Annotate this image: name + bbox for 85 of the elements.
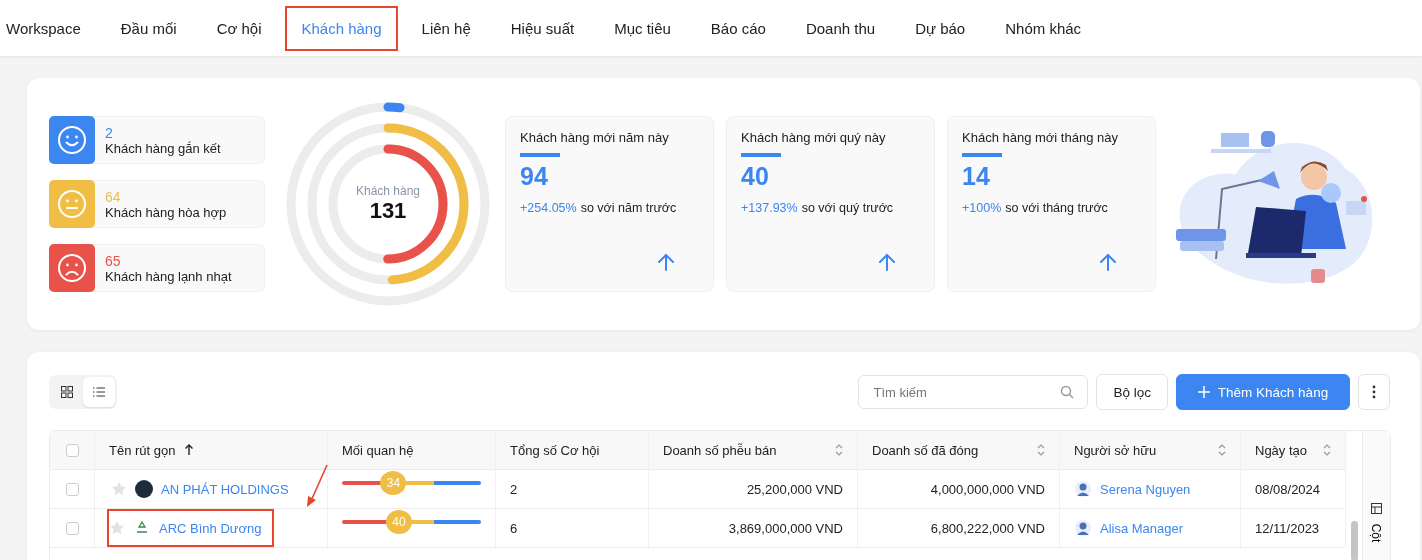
segment-label: Khách hàng hòa hợp	[105, 204, 227, 220]
stat-title: Khách hàng mới tháng này	[962, 130, 1118, 145]
arrow-up-icon	[656, 252, 676, 272]
table-cell: 25,200,000 VND	[746, 481, 843, 497]
relationship-score: 40	[386, 510, 412, 534]
nav-tab[interactable]: Khách hàng	[285, 5, 398, 51]
owner-link[interactable]: Alisa Manager	[1100, 520, 1184, 536]
neutral-face-icon	[57, 189, 87, 219]
accent-bar	[520, 153, 560, 157]
column-header[interactable]: Ngày tạo	[1255, 442, 1308, 458]
change-caption: so với quý trước	[801, 201, 894, 215]
stat-value: 40	[741, 162, 769, 191]
accent-bar	[741, 153, 781, 157]
scroll-thumb[interactable]	[1351, 521, 1358, 560]
column-header[interactable]: Tổng số Cơ hội	[510, 442, 600, 458]
table-cell: 6,800,222,000 VND	[930, 520, 1045, 536]
nav-tab[interactable]: Hiệu suất	[494, 5, 591, 51]
ring-label: Khách hàng	[355, 184, 421, 198]
stat-value: 14	[962, 162, 990, 191]
owner-link[interactable]: Serena Nguyen	[1100, 481, 1191, 497]
list-icon[interactable]	[93, 387, 105, 397]
table-cell: 6	[510, 520, 518, 536]
star-icon[interactable]	[111, 481, 127, 497]
relationship-score: 34	[380, 471, 407, 495]
add-customer-button[interactable]: Thêm Khách hàng	[1176, 374, 1350, 410]
nav-tab[interactable]: Workspace	[0, 5, 97, 51]
arrow-up-icon	[1098, 252, 1118, 272]
sort-icon[interactable]	[1218, 444, 1226, 456]
more-button[interactable]	[1358, 374, 1390, 410]
change-caption: so với năm trước	[580, 201, 677, 215]
nav-tab[interactable]: Nhóm khác	[989, 5, 1098, 51]
more-icon	[1372, 385, 1376, 399]
column-header[interactable]: Doanh số phễu bán	[663, 442, 777, 458]
arrow-up-icon	[877, 252, 897, 272]
nav-tab[interactable]: Cơ hội	[200, 5, 278, 51]
smile-icon	[57, 125, 87, 155]
nav-tab[interactable]: Doanh thu	[789, 5, 892, 51]
nav-tab[interactable]: Liên hệ	[405, 5, 487, 51]
nav-tab[interactable]: Đầu mối	[104, 5, 193, 51]
customer-link[interactable]: AN PHÁT HOLDINGS	[161, 481, 289, 497]
columns-toggle[interactable]: Cột	[1369, 523, 1384, 543]
table-cell: 4,000,000,000 VND	[930, 481, 1045, 497]
star-icon[interactable]	[109, 520, 125, 536]
segment-count: 64	[105, 188, 122, 205]
user-avatar-icon	[1074, 519, 1092, 537]
segment-count: 2	[105, 124, 114, 141]
select-all-checkbox[interactable]	[65, 443, 79, 457]
search-field[interactable]: Tìm kiếm	[858, 375, 1089, 409]
frown-icon	[57, 253, 87, 283]
table-cell: 3,869,000,000 VND	[728, 520, 843, 536]
row-checkbox[interactable]	[65, 482, 79, 496]
nav-tab[interactable]: Dự báo	[899, 5, 982, 51]
segment-count: 65	[105, 252, 122, 269]
nav-tab[interactable]: Mục tiêu	[598, 5, 687, 51]
filter-button[interactable]: Bộ lọc	[1096, 374, 1168, 410]
column-header[interactable]: Doanh số đã đóng	[872, 442, 979, 458]
search-icon	[1060, 385, 1075, 399]
stat-title: Khách hàng mới quý này	[741, 130, 886, 145]
nav-tab[interactable]: Báo cáo	[694, 5, 782, 51]
sort-icon[interactable]	[1037, 444, 1045, 456]
change-percent: +137.93%	[741, 201, 798, 215]
grid-icon[interactable]	[61, 386, 73, 398]
ring-total: 131	[369, 198, 407, 224]
user-avatar-icon	[1074, 480, 1092, 498]
sort-ascending-icon[interactable]	[183, 444, 194, 456]
change-percent: +100%	[962, 201, 1002, 215]
segment-label: Khách hàng lạnh nhạt	[105, 268, 232, 284]
column-header[interactable]: Tên rút gọn	[109, 442, 176, 458]
table-cell: 2	[510, 481, 518, 497]
accent-bar	[962, 153, 1002, 157]
company-logo	[135, 480, 153, 498]
change-caption: so với tháng trước	[1005, 201, 1108, 215]
row-checkbox[interactable]	[65, 521, 79, 535]
sort-icon[interactable]	[835, 444, 843, 456]
sort-icon[interactable]	[1323, 444, 1331, 456]
column-header[interactable]: Mối quan hệ	[342, 442, 414, 458]
stat-title: Khách hàng mới năm này	[520, 130, 669, 145]
table-cell: 12/11/2023	[1255, 520, 1320, 536]
plus-icon	[1197, 386, 1210, 398]
change-percent: +254.05%	[520, 201, 577, 215]
column-header[interactable]: Người sở hữu	[1074, 442, 1157, 458]
table-icon[interactable]	[1370, 503, 1382, 514]
stat-value: 94	[520, 162, 548, 191]
segment-label: Khách hàng gắn kết	[105, 140, 221, 156]
table-cell: 08/08/2024	[1255, 481, 1321, 497]
